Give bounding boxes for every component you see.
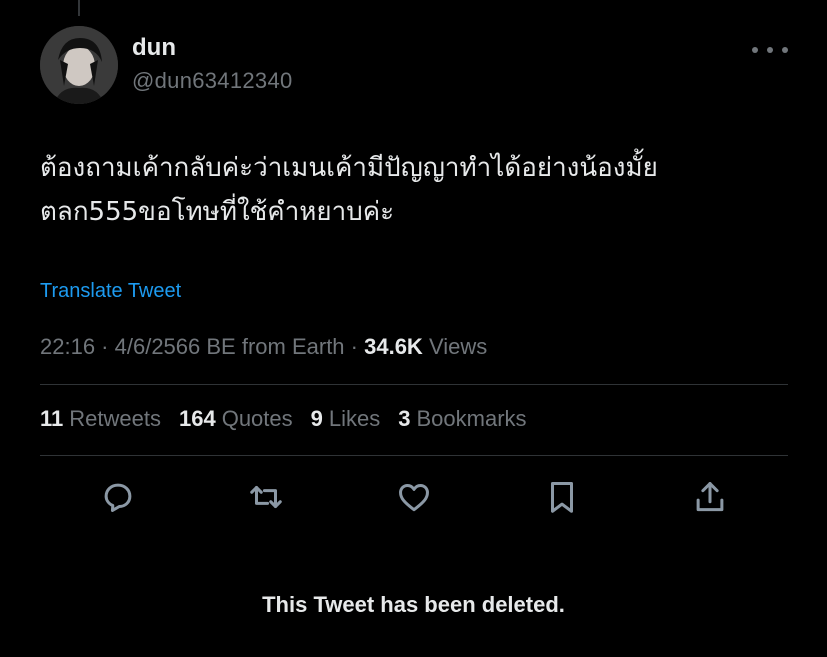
retweets-count: 11 — [40, 406, 64, 431]
likes-count: 9 — [310, 406, 323, 431]
avatar-image — [40, 26, 118, 104]
tweet-text-line: ต้องถามเค้ากลับค่ะว่าเมนเค้ามีปัญญาทำได้… — [40, 153, 658, 183]
share-icon[interactable] — [689, 476, 731, 518]
bookmarks-count: 3 — [398, 406, 411, 431]
tweet-text: ต้องถามเค้ากลับค่ะว่าเมนเค้ามีปัญญาทำได้… — [40, 146, 800, 234]
retweet-icon[interactable] — [245, 476, 287, 518]
likes-stat[interactable]: 9 Likes — [311, 406, 381, 432]
divider — [40, 384, 788, 385]
tweet-time[interactable]: 22:16 — [40, 334, 95, 359]
meta-separator: · — [95, 334, 115, 359]
likes-label: Likes — [328, 406, 381, 431]
bookmark-icon[interactable] — [541, 476, 583, 518]
bookmarks-stat[interactable]: 3 Bookmarks — [398, 406, 526, 432]
avatar[interactable] — [40, 26, 118, 104]
action-bar — [0, 476, 827, 518]
tweet-date[interactable]: 4/6/2566 BE — [115, 334, 236, 359]
quotes-stat[interactable]: 164 Quotes — [179, 406, 293, 432]
quotes-count: 164 — [178, 406, 216, 431]
tweet-text-line: ตลก555ขอโทษที่ใช้คำหยาบค่ะ — [40, 197, 395, 227]
engagement-stats: 11 Retweets 164 Quotes 9 Likes 3 Bookmarks — [40, 406, 527, 432]
like-icon[interactable] — [393, 476, 435, 518]
bookmarks-label: Bookmarks — [416, 406, 527, 431]
quotes-label: Quotes — [221, 406, 293, 431]
views-count: 34.6K — [364, 334, 423, 359]
translate-tweet-link[interactable]: Translate Tweet — [40, 280, 181, 303]
deleted-quote-notice: This Tweet has been deleted. — [262, 592, 565, 617]
tweet-meta: 22:16 · 4/6/2566 BE from Earth · 34.6K V… — [40, 334, 487, 360]
tweet-source: from Earth — [235, 334, 345, 359]
reply-icon[interactable] — [97, 476, 139, 518]
meta-separator: · — [344, 334, 365, 359]
retweets-label: Retweets — [69, 406, 161, 431]
thread-connector-line — [78, 0, 80, 16]
author-name[interactable]: dun — [132, 34, 176, 62]
more-options-icon[interactable] — [752, 40, 788, 60]
divider — [40, 455, 788, 456]
author-handle[interactable]: @dun63412340 — [132, 68, 293, 94]
views-label: Views — [422, 334, 488, 359]
retweets-stat[interactable]: 11 Retweets — [40, 406, 161, 432]
